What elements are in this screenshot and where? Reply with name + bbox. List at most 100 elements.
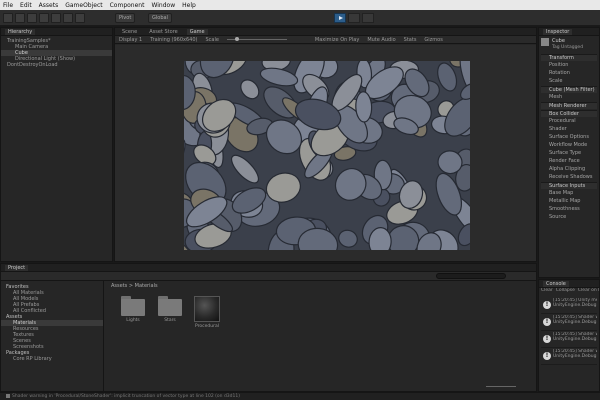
property-row[interactable]: Surface Type (541, 150, 597, 157)
rotate-tool-icon[interactable] (27, 13, 37, 23)
move-tool-icon[interactable] (15, 13, 25, 23)
property-row[interactable]: Procedural (541, 118, 597, 125)
tab-scene[interactable]: Scene (119, 29, 140, 35)
menu-help[interactable]: Help (182, 2, 196, 9)
rect-tool-icon[interactable] (51, 13, 61, 23)
inspector-tabbar: Inspector (539, 28, 599, 36)
menu-file[interactable]: File (3, 2, 13, 9)
icon-size-slider[interactable] (486, 386, 516, 387)
pause-button[interactable] (348, 13, 360, 23)
transform-tool-icon[interactable] (63, 13, 73, 23)
component-header[interactable]: Box Collider (541, 110, 597, 117)
stats-toggle[interactable]: Stats (404, 37, 417, 43)
project-tabbar: Project (1, 264, 536, 272)
game-view-toolbar: Display 1 Training (960x640) Scale Maxim… (115, 36, 536, 44)
property-row[interactable]: Scale (541, 78, 597, 85)
menu-gameobject[interactable]: GameObject (65, 2, 102, 9)
tab-asset-store[interactable]: Asset Store (146, 29, 180, 35)
warning-icon: ! (543, 301, 551, 309)
property-row[interactable]: Alpha Clipping (541, 166, 597, 173)
console-clear-on-play-button[interactable]: Clear on Play (578, 288, 599, 296)
project-search-input[interactable] (436, 273, 506, 279)
scale-slider-knob[interactable] (234, 37, 239, 41)
console-panel: Console ClearCollapseClear on PlayError … (538, 279, 600, 392)
property-row[interactable]: Shader (541, 126, 597, 133)
tab-hierarchy[interactable]: Hierarchy (5, 28, 36, 35)
folder-icon (121, 296, 145, 316)
game-render-area[interactable] (115, 45, 536, 261)
component-header[interactable]: Transform (541, 54, 597, 61)
console-entry[interactable]: ![15:20:45] Shader warning in Procedural… (541, 315, 597, 331)
project-panel: Project Favorites All Materials All Models… (0, 263, 537, 392)
tag-dropdown[interactable]: Tag Untagged (552, 45, 583, 50)
console-entry-text: [15:20:45] Shader warning in Procedural … (553, 332, 597, 342)
breadcrumb: Assets > Materials (111, 283, 158, 289)
component-header[interactable]: Mesh Renderer (541, 102, 597, 109)
console-collapse-button[interactable]: Collapse (556, 288, 575, 296)
menu-edit[interactable]: Edit (20, 2, 32, 9)
object-name[interactable]: Cube (552, 38, 565, 44)
console-entry-text: [15:20:45] Shader warning in Procedural … (553, 315, 597, 325)
property-row[interactable]: Render Face (541, 158, 597, 165)
console-entry[interactable]: ![15:20:45] Unity message: Camera.main U… (541, 298, 597, 314)
component-header[interactable]: Cube (Mesh Filter) (541, 86, 597, 93)
stones-render-image (184, 61, 470, 250)
custom-tool-icon[interactable] (75, 13, 85, 23)
tab-game[interactable]: Game (186, 28, 208, 35)
tree-item[interactable]: Core RP Library (1, 356, 103, 362)
warning-icon: ! (543, 335, 551, 343)
play-button[interactable] (334, 13, 346, 23)
property-row[interactable]: Mesh (541, 94, 597, 101)
asset-label: Procedural (195, 324, 219, 329)
console-entry[interactable]: ![15:20:45] Shader warning in Procedural… (541, 332, 597, 348)
pivot-toggle[interactable]: Pivot (115, 13, 136, 23)
status-bar: Shader warning in 'Procedural/StoneShade… (0, 392, 600, 400)
global-toggle[interactable]: Global (148, 13, 172, 23)
tab-project[interactable]: Project (5, 264, 29, 271)
property-row[interactable]: Base Map (541, 190, 597, 197)
mute-audio-toggle[interactable]: Mute Audio (367, 37, 395, 43)
tab-inspector[interactable]: Inspector (543, 28, 573, 35)
aspect-dropdown[interactable]: Training (960x640) (150, 37, 197, 43)
asset-item[interactable]: Lights (119, 296, 147, 323)
component-header[interactable]: Surface Inputs (541, 182, 597, 189)
property-row[interactable]: Surface Options (541, 134, 597, 141)
scale-tool-icon[interactable] (39, 13, 49, 23)
property-row[interactable]: Smoothness (541, 206, 597, 213)
warning-icon (6, 393, 10, 398)
folder-icon (158, 296, 182, 316)
scale-label: Scale (205, 36, 219, 43)
hierarchy-list: TrainingSamples* Main Camera Cube Direction… (1, 38, 112, 68)
scale-slider[interactable] (226, 37, 287, 41)
menu-component[interactable]: Component (110, 2, 145, 9)
property-row[interactable]: Position (541, 62, 597, 69)
property-row[interactable]: Rotation (541, 70, 597, 77)
property-row[interactable]: Metallic Map (541, 198, 597, 205)
property-row[interactable]: Receive Shadows (541, 174, 597, 181)
console-entry[interactable]: ![15:20:45] Shader warning in Procedural… (541, 349, 597, 365)
center-tabbar: Scene Asset Store Game (115, 28, 536, 36)
game-view-panel: Scene Asset Store Game Display 1 Training … (114, 27, 537, 262)
tab-console[interactable]: Console (543, 280, 569, 287)
console-clear-button[interactable]: Clear (541, 288, 553, 296)
inspector-panel: Inspector Cube Tag Untagged Transform Pos… (538, 27, 600, 278)
hierarchy-item[interactable]: DontDestroyOnLoad (1, 62, 112, 68)
project-tree: Favorites All Materials All Models All Pref… (1, 281, 104, 391)
hierarchy-tabbar: Hierarchy (1, 28, 112, 36)
property-row[interactable]: Workflow Mode (541, 142, 597, 149)
property-row[interactable]: Source (541, 214, 597, 221)
status-text[interactable]: Shader warning in 'Procedural/StoneShade… (12, 394, 240, 399)
maximize-on-play-toggle[interactable]: Maximize On Play (315, 37, 359, 43)
menu-window[interactable]: Window (151, 2, 175, 9)
menu-bar: File Edit Assets GameObject Component Window H… (0, 0, 600, 10)
console-entry-text: [15:20:45] Unity message: Camera.main Un… (553, 298, 597, 308)
menu-assets[interactable]: Assets (39, 2, 59, 9)
hand-tool-icon[interactable] (3, 13, 13, 23)
stones-render (184, 61, 470, 250)
step-button[interactable] (362, 13, 374, 23)
asset-item[interactable]: Stars (156, 296, 184, 323)
asset-item[interactable]: Procedural (193, 296, 221, 329)
gizmos-dropdown[interactable]: Gizmos (424, 37, 442, 43)
display-dropdown[interactable]: Display 1 (119, 37, 142, 43)
console-toolbar: ClearCollapseClear on PlayError Pause (539, 288, 599, 296)
